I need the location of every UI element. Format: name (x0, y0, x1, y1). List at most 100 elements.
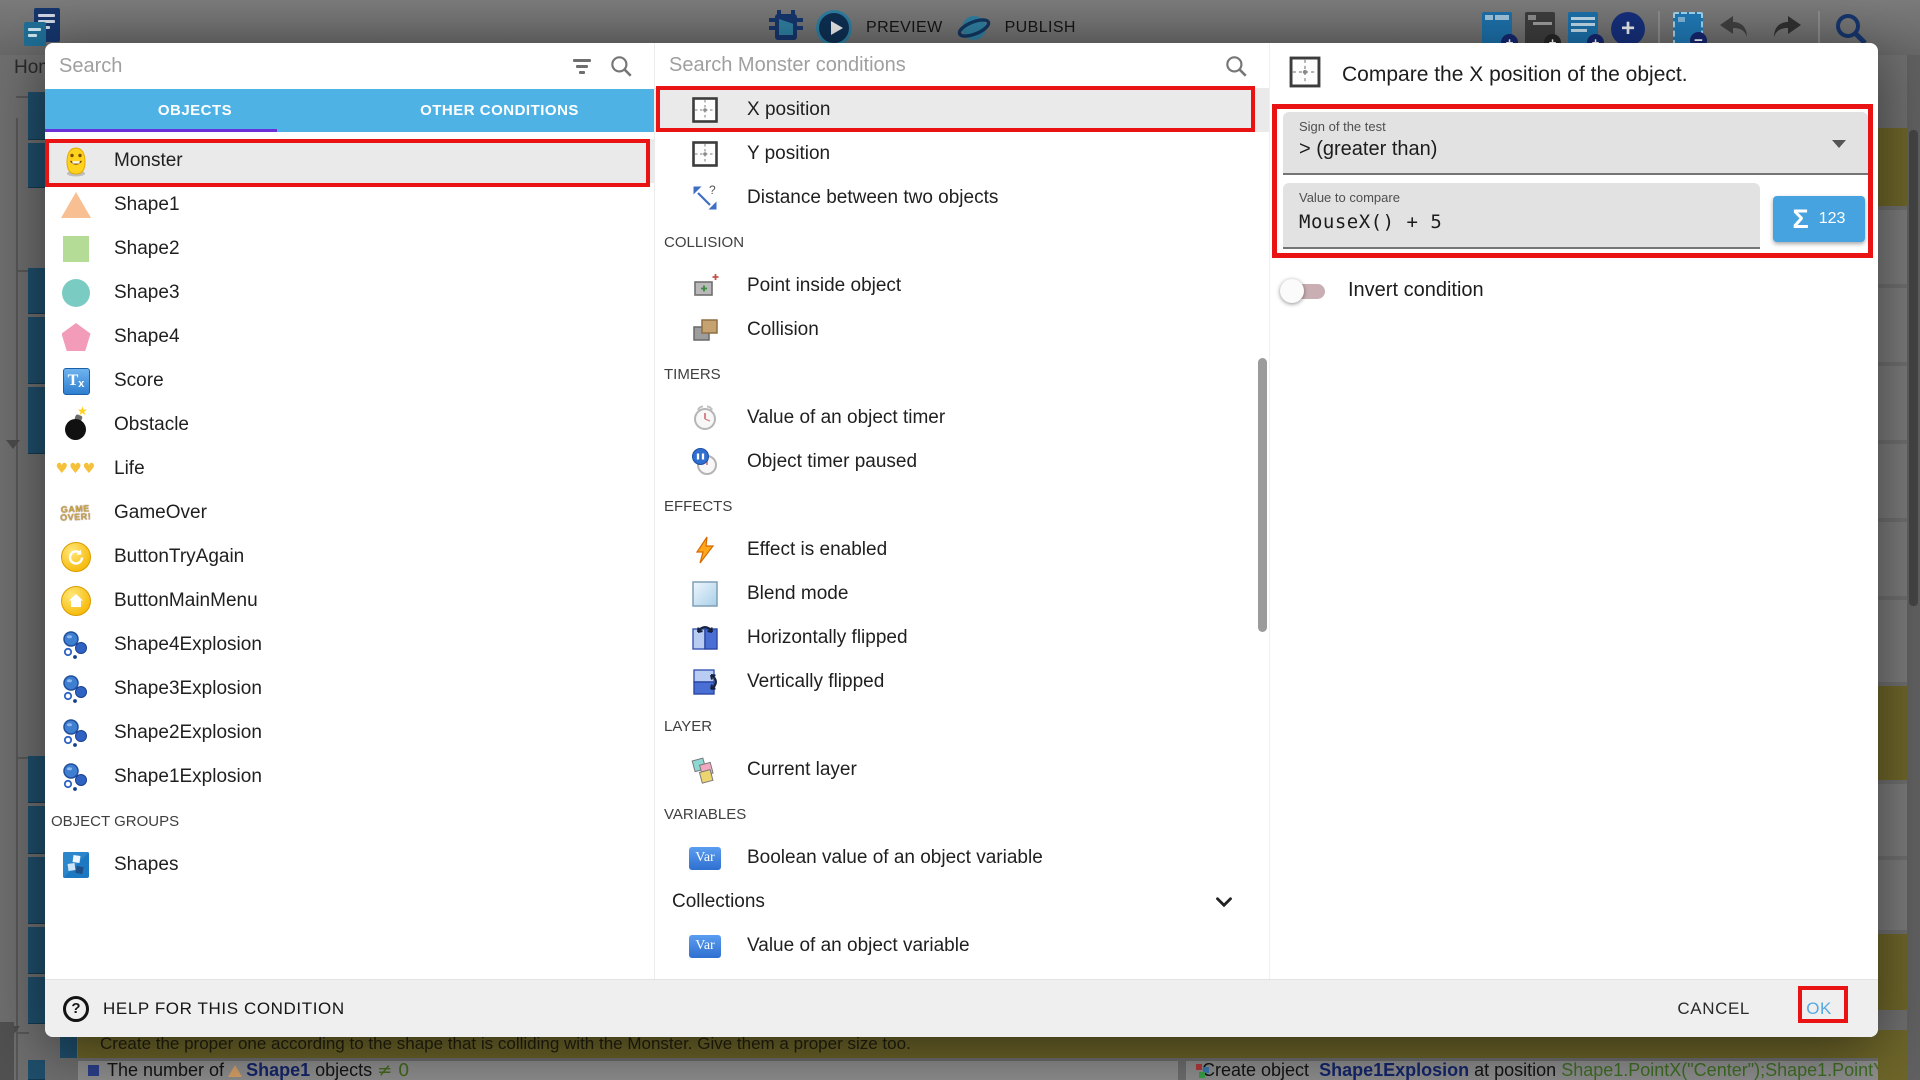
object-item-buttonmainmenu[interactable]: ButtonMainMenu (45, 579, 654, 623)
conditions-scrollbar-thumb[interactable] (1258, 358, 1267, 632)
app-screen: PREVIEW PUBLISH + + + + (0, 0, 1920, 1080)
add-comment-icon[interactable]: + (1568, 12, 1598, 46)
object-item-shape2explosion[interactable]: Shape2Explosion (45, 711, 654, 755)
scrollbar-thumb[interactable] (1909, 130, 1918, 606)
layers-icon (687, 752, 723, 788)
object-item-shape2[interactable]: Shape2 (45, 227, 654, 271)
object-item-shape4explosion[interactable]: Shape4Explosion (45, 623, 654, 667)
tab-other-conditions[interactable]: OTHER CONDITIONS (345, 89, 654, 132)
object-item-shape4[interactable]: Shape4 (45, 315, 654, 359)
preview-play-icon[interactable] (816, 10, 852, 46)
condition-item-current-layer[interactable]: Current layer (655, 748, 1269, 792)
object-item-monster[interactable]: Monster (45, 139, 654, 183)
add-subevent-icon[interactable]: + (1525, 12, 1555, 46)
lightning-icon (687, 532, 723, 568)
preview-label[interactable]: PREVIEW (866, 19, 943, 37)
object-item-shape1explosion[interactable]: Shape1Explosion (45, 755, 654, 799)
objects-panel: OBJECTS OTHER CONDITIONS Mo (45, 43, 655, 979)
position-icon (687, 92, 723, 128)
condition-marker-icon (88, 1065, 99, 1076)
timer-icon (687, 400, 723, 436)
publish-label[interactable]: PUBLISH (1005, 19, 1076, 37)
event-tree-line (16, 118, 18, 1080)
background-action-cell: Create object Shape1Explosion at positio… (1186, 1061, 1878, 1080)
group-item-shapes[interactable]: Shapes (45, 843, 654, 887)
point-inside-icon (687, 268, 723, 304)
condition-item-boolean-variable[interactable]: Var Boolean value of an object variable (655, 836, 1269, 880)
undo-icon[interactable] (1716, 14, 1754, 44)
conditions-list: X position Y position (655, 88, 1269, 968)
publish-globe-icon[interactable] (957, 11, 991, 45)
home-button-icon (58, 583, 94, 619)
value-to-compare-input[interactable]: Value to compare MouseX() + 5 (1283, 183, 1760, 249)
cancel-button[interactable]: CANCEL (1677, 999, 1750, 1019)
object-groups-header: OBJECT GROUPS (45, 799, 654, 843)
bomb-icon: ★ (58, 407, 94, 443)
objects-search-input[interactable] (45, 54, 572, 79)
text-object-icon: Tx (58, 363, 94, 399)
conditions-search-input[interactable] (655, 53, 1223, 78)
condition-item-x-position[interactable]: X position (655, 88, 1269, 132)
active-tab-indicator (45, 129, 277, 132)
condition-editor-dialog: OBJECTS OTHER CONDITIONS Mo (45, 43, 1878, 1037)
pentagon-icon (58, 319, 94, 355)
condition-section-effects: EFFECTS (655, 484, 1269, 528)
object-item-shape3[interactable]: Shape3 (45, 271, 654, 315)
objects-search-row (45, 43, 654, 89)
object-item-shape3explosion[interactable]: Shape3Explosion (45, 667, 654, 711)
object-item-buttontryagain[interactable]: ButtonTryAgain (45, 535, 654, 579)
object-item-gameover[interactable]: GAMEOVER! GameOver (45, 491, 654, 535)
collapse-arrow-icon[interactable] (6, 440, 20, 449)
open-expression-editor-button[interactable]: Σ 123 (1773, 196, 1865, 242)
sign-of-test-select[interactable]: Sign of the test > (greater than) (1283, 112, 1868, 175)
add-circle-icon[interactable]: + (1611, 12, 1645, 46)
condition-description: Compare the X position of the object. (1342, 63, 1688, 87)
object-group-icon (58, 847, 94, 883)
conditions-panel: X position Y position (655, 43, 1270, 979)
circle-icon (58, 275, 94, 311)
debug-icon[interactable] (770, 10, 802, 46)
background-condition-cell: The number of Shape1 objects ≠ 0 (78, 1061, 1178, 1080)
tab-objects[interactable]: OBJECTS (45, 89, 345, 132)
particles-icon (58, 671, 94, 707)
condition-item-collision[interactable]: Collision (655, 308, 1269, 352)
condition-item-effect-enabled[interactable]: Effect is enabled (655, 528, 1269, 572)
position-icon (687, 136, 723, 172)
condition-item-timer-paused[interactable]: Object timer paused (655, 440, 1269, 484)
chevron-down-icon (1832, 140, 1846, 148)
svg-text:?: ? (709, 183, 716, 197)
remove-selection-icon[interactable]: − (1673, 12, 1703, 46)
retry-button-icon (58, 539, 94, 575)
condition-item-y-position[interactable]: Y position (655, 132, 1269, 176)
condition-item-blend-mode[interactable]: Blend mode (655, 572, 1269, 616)
sigma-icon: Σ (1793, 204, 1809, 235)
redo-icon[interactable] (1767, 14, 1805, 44)
object-item-obstacle[interactable]: ★ Obstacle (45, 403, 654, 447)
condition-inspector: Compare the X position of the object. Si… (1270, 43, 1878, 979)
condition-item-vertically-flipped[interactable]: Vertically flipped (655, 660, 1269, 704)
invert-condition-toggle-knob[interactable] (1280, 279, 1304, 303)
condition-item-distance[interactable]: ? Distance between two objects (655, 176, 1269, 220)
help-icon[interactable]: ? (63, 996, 89, 1022)
particles-icon (58, 627, 94, 663)
add-event-icon[interactable]: + (1482, 12, 1512, 46)
particles-icon (58, 715, 94, 751)
condition-item-point-inside[interactable]: Point inside object (655, 264, 1269, 308)
object-item-score[interactable]: Tx Score (45, 359, 654, 403)
condition-section-layer: LAYER (655, 704, 1269, 748)
condition-item-horizontally-flipped[interactable]: Horizontally flipped (655, 616, 1269, 660)
help-link[interactable]: HELP FOR THIS CONDITION (103, 999, 345, 1019)
condition-item-variable-value[interactable]: Var Value of an object variable (655, 924, 1269, 968)
conditions-search-row (655, 43, 1269, 89)
shape1-mini-icon (228, 1065, 242, 1077)
condition-item-timer-value[interactable]: Value of an object timer (655, 396, 1269, 440)
condition-group-collections[interactable]: Collections (655, 880, 1269, 924)
object-item-shape1[interactable]: Shape1 (45, 183, 654, 227)
search-events-icon[interactable] (1833, 11, 1869, 47)
ok-button[interactable]: OK (1806, 999, 1832, 1019)
object-item-life[interactable]: ♥♥♥ Life (45, 447, 654, 491)
condition-section-collision: COLLISION (655, 220, 1269, 264)
filter-icon[interactable] (572, 59, 592, 74)
vertical-flip-icon (687, 664, 723, 700)
hearts-icon: ♥♥♥ (58, 451, 94, 487)
